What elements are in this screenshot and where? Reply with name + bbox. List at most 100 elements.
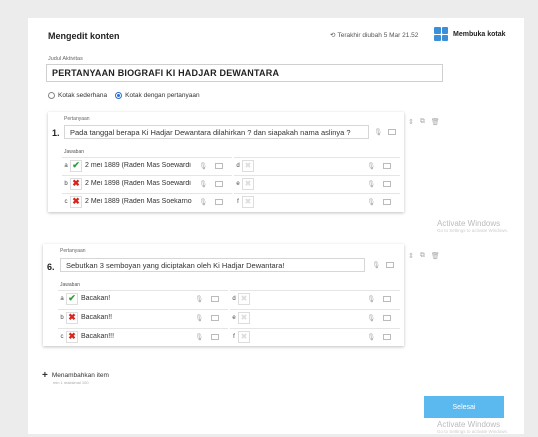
radio-simple-box[interactable]: Kotak sederhana: [48, 92, 107, 99]
answer-row: b ✖ 2 Mei 1898 (Raden Mas Soewardi 🎙: [62, 175, 232, 191]
question-input[interactable]: Pada tanggal berapa Ki Hadjar Dewantara …: [64, 125, 369, 139]
finish-button[interactable]: Selesai: [424, 396, 504, 418]
answers-label: Jawaban: [64, 149, 85, 155]
microphone-icon[interactable]: 🎙: [367, 162, 375, 170]
mode-radio-group: Kotak sederhana Kotak dengan pertanyaan: [48, 92, 200, 99]
microphone-icon[interactable]: 🎙: [199, 180, 207, 188]
open-box-label: Membuka kotak: [453, 30, 506, 38]
question-media: 🎙: [372, 261, 395, 269]
microphone-icon[interactable]: 🎙: [374, 128, 382, 136]
box-grid-icon: [434, 27, 448, 41]
correct-check-icon[interactable]: ✔: [70, 159, 82, 172]
radio-circle: [48, 92, 55, 99]
duplicate-icon[interactable]: ⧉: [420, 118, 425, 126]
answer-letter: b: [64, 180, 68, 187]
empty-x-icon[interactable]: ✖: [238, 330, 250, 343]
image-icon[interactable]: [211, 333, 220, 340]
microphone-icon[interactable]: 🎙: [199, 198, 207, 206]
answer-letter: b: [60, 314, 64, 321]
panel-gap: [0, 226, 28, 236]
wrong-x-icon[interactable]: ✖: [70, 177, 82, 190]
watermark-title: Activate Windows: [437, 219, 501, 228]
plus-icon: +: [42, 370, 48, 381]
answer-input[interactable]: 2 Mei 1898 (Raden Mas Soewardi: [85, 180, 195, 187]
wrong-x-icon[interactable]: ✖: [70, 195, 82, 208]
image-icon[interactable]: [215, 198, 224, 205]
microphone-icon[interactable]: 🎙: [195, 295, 203, 303]
answer-row: e ✖ 🎙: [234, 175, 400, 191]
reorder-icon[interactable]: ⇕: [408, 252, 414, 260]
image-icon[interactable]: [215, 162, 224, 169]
answer-row: c ✖ 2 Mei 1889 (Raden Mas Soekarno 🎙: [62, 193, 232, 209]
question-media: 🎙: [374, 128, 397, 136]
empty-x-icon[interactable]: ✖: [242, 159, 254, 172]
question-input[interactable]: Sebutkan 3 semboyan yang diciptakan oleh…: [60, 258, 365, 272]
microphone-icon[interactable]: 🎙: [367, 198, 375, 206]
wrong-x-icon[interactable]: ✖: [66, 311, 78, 324]
radio-label: Kotak dengan pertanyaan: [125, 92, 200, 99]
answer-row: c ✖ Bacakan!!! 🎙: [58, 328, 228, 344]
image-icon[interactable]: [383, 295, 392, 302]
last-edited: ⟲ Terakhir diubah 5 Mar 21.52: [330, 31, 419, 40]
image-icon[interactable]: [383, 162, 392, 169]
microphone-icon[interactable]: 🎙: [195, 333, 203, 341]
wrong-x-icon[interactable]: ✖: [66, 330, 78, 343]
image-icon[interactable]: [388, 129, 397, 135]
empty-x-icon[interactable]: ✖: [242, 177, 254, 190]
answer-input[interactable]: 2 mei 1889 (Raden Mas Soewardi: [85, 162, 195, 169]
page-title: Mengedit konten: [48, 31, 120, 41]
answer-input[interactable]: Bacakan!!: [81, 314, 191, 321]
image-icon[interactable]: [383, 180, 392, 187]
answer-letter: f: [237, 198, 239, 205]
microphone-icon[interactable]: 🎙: [367, 295, 375, 303]
watermark-title: Activate Windows: [437, 420, 501, 429]
image-icon[interactable]: [386, 262, 395, 268]
answer-letter: c: [64, 198, 68, 205]
open-box-button[interactable]: Membuka kotak: [434, 27, 506, 41]
microphone-icon[interactable]: 🎙: [367, 314, 375, 322]
answer-row: d ✖ 🎙: [234, 157, 400, 173]
answer-letter: e: [232, 314, 236, 321]
duplicate-icon[interactable]: ⧉: [420, 252, 425, 260]
answer-row: a ✔ Bacakan! 🎙: [58, 290, 228, 306]
empty-x-icon[interactable]: ✖: [238, 292, 250, 305]
empty-x-icon[interactable]: ✖: [238, 311, 250, 324]
trash-icon[interactable]: 🗑: [431, 252, 440, 260]
image-icon[interactable]: [383, 314, 392, 321]
answer-input[interactable]: Bacakan!!!: [81, 333, 191, 340]
radio-box-with-question[interactable]: Kotak dengan pertanyaan: [115, 92, 200, 99]
watermark-sub: Go to Settings to activate Windows.: [437, 429, 509, 434]
answer-letter: e: [236, 180, 240, 187]
answer-input[interactable]: 2 Mei 1889 (Raden Mas Soekarno: [85, 198, 195, 205]
microphone-icon[interactable]: 🎙: [195, 314, 203, 322]
image-icon[interactable]: [211, 295, 220, 302]
image-icon[interactable]: [383, 333, 392, 340]
watermark-sub: Go to Settings to activate Windows.: [437, 228, 509, 233]
question-actions: ⇕ ⧉ 🗑: [408, 252, 440, 260]
empty-x-icon[interactable]: ✖: [242, 195, 254, 208]
microphone-icon[interactable]: 🎙: [372, 261, 380, 269]
microphone-icon[interactable]: 🎙: [367, 180, 375, 188]
correct-check-icon[interactable]: ✔: [66, 292, 78, 305]
question-actions: ⇕ ⧉ 🗑: [408, 118, 440, 126]
microphone-icon[interactable]: 🎙: [199, 162, 207, 170]
last-edited-text: Terakhir diubah 5 Mar 21.52: [337, 31, 419, 39]
reorder-icon[interactable]: ⇕: [408, 118, 414, 126]
question-number: 1.: [52, 128, 60, 138]
windows-watermark-1: Activate Windows Go to Settings to activ…: [437, 219, 508, 233]
answers-label: Jawaban: [60, 282, 81, 288]
question-label: Pertanyaan: [60, 248, 86, 254]
answer-letter: d: [236, 162, 240, 169]
image-icon[interactable]: [211, 314, 220, 321]
answer-row: f ✖ 🎙: [230, 328, 400, 344]
history-icon: ⟲: [330, 32, 336, 39]
trash-icon[interactable]: 🗑: [431, 118, 440, 126]
answer-letter: c: [60, 333, 64, 340]
activity-title-input[interactable]: PERTANYAAN BIOGRAFI KI HADJAR DEWANTARA: [46, 64, 443, 82]
image-icon[interactable]: [383, 198, 392, 205]
answer-row: d ✖ 🎙: [230, 290, 400, 306]
answer-input[interactable]: Bacakan!: [81, 295, 191, 302]
question-number: 6.: [47, 262, 55, 272]
microphone-icon[interactable]: 🎙: [367, 333, 375, 341]
image-icon[interactable]: [215, 180, 224, 187]
